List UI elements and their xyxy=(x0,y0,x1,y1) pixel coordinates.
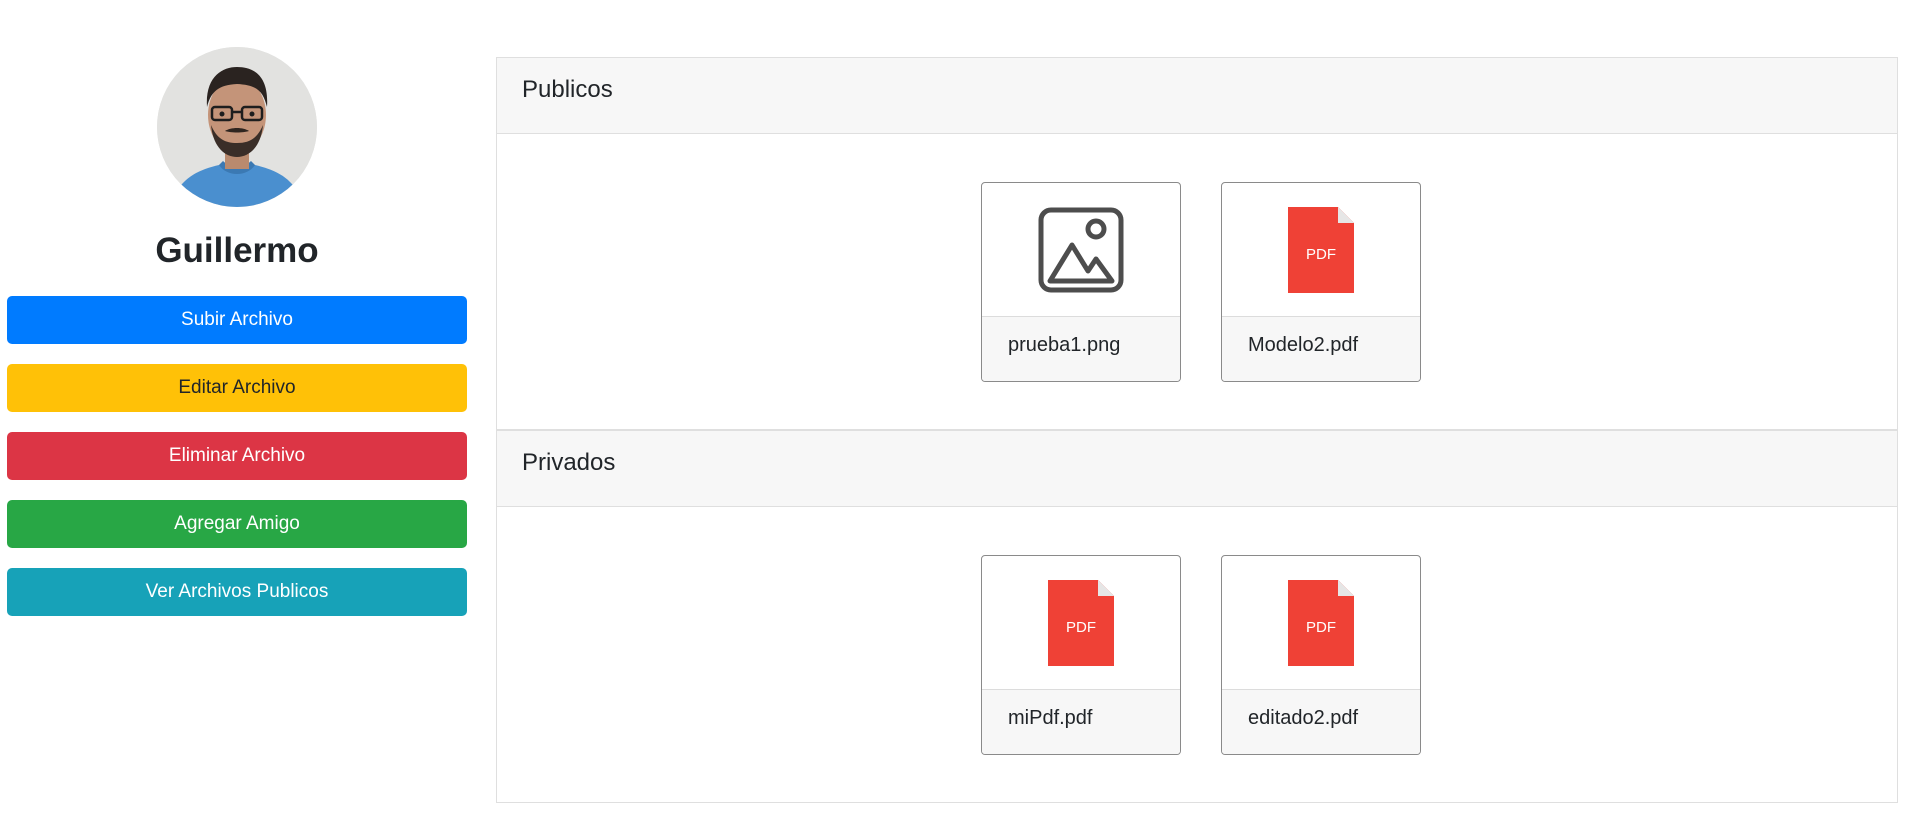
action-buttons: Subir Archivo Editar Archivo Eliminar Ar… xyxy=(7,296,467,616)
profile-name: Guillermo xyxy=(155,231,319,270)
public-files-list: prueba1.png PDF Modelo2.pdf xyxy=(497,134,1897,382)
edit-file-button[interactable]: Editar Archivo xyxy=(7,364,467,412)
panel-title: Publicos xyxy=(497,58,1897,134)
delete-file-button[interactable]: Eliminar Archivo xyxy=(7,432,467,480)
profile-sidebar: Guillermo Subir Archivo Editar Archivo E… xyxy=(7,47,467,636)
file-card[interactable]: PDF Modelo2.pdf xyxy=(1221,182,1421,382)
file-card[interactable]: PDF miPdf.pdf xyxy=(981,555,1181,755)
svg-text:PDF: PDF xyxy=(1306,246,1336,263)
upload-file-button[interactable]: Subir Archivo xyxy=(7,296,467,344)
avatar-container xyxy=(7,47,467,207)
view-public-files-button[interactable]: Ver Archivos Publicos xyxy=(7,568,467,616)
image-icon xyxy=(1038,207,1124,292)
svg-text:PDF: PDF xyxy=(1306,619,1336,636)
svg-text:PDF: PDF xyxy=(1066,619,1096,636)
file-name: editado2.pdf xyxy=(1222,690,1420,754)
file-card[interactable]: prueba1.png xyxy=(981,182,1181,382)
file-name: miPdf.pdf xyxy=(982,690,1180,754)
private-files-panel: Privados PDF miPdf.pdf PDF editado2.pdf xyxy=(496,430,1898,803)
avatar-photo xyxy=(157,47,317,207)
file-thumbnail xyxy=(982,183,1180,317)
pdf-icon: PDF xyxy=(1288,579,1354,666)
file-name: Modelo2.pdf xyxy=(1222,317,1420,381)
file-card[interactable]: PDF editado2.pdf xyxy=(1221,555,1421,755)
avatar xyxy=(157,47,317,207)
file-thumbnail: PDF xyxy=(1222,556,1420,690)
file-thumbnail: PDF xyxy=(982,556,1180,690)
private-files-list: PDF miPdf.pdf PDF editado2.pdf xyxy=(497,507,1897,755)
pdf-icon: PDF xyxy=(1288,206,1354,293)
file-name: prueba1.png xyxy=(982,317,1180,381)
public-files-panel: Publicos prueba1.png PDF Modelo2.pdf xyxy=(496,57,1898,430)
add-friend-button[interactable]: Agregar Amigo xyxy=(7,500,467,548)
file-thumbnail: PDF xyxy=(1222,183,1420,317)
panel-title: Privados xyxy=(497,431,1897,507)
page: Guillermo Subir Archivo Editar Archivo E… xyxy=(0,0,1905,828)
pdf-icon: PDF xyxy=(1048,579,1114,666)
